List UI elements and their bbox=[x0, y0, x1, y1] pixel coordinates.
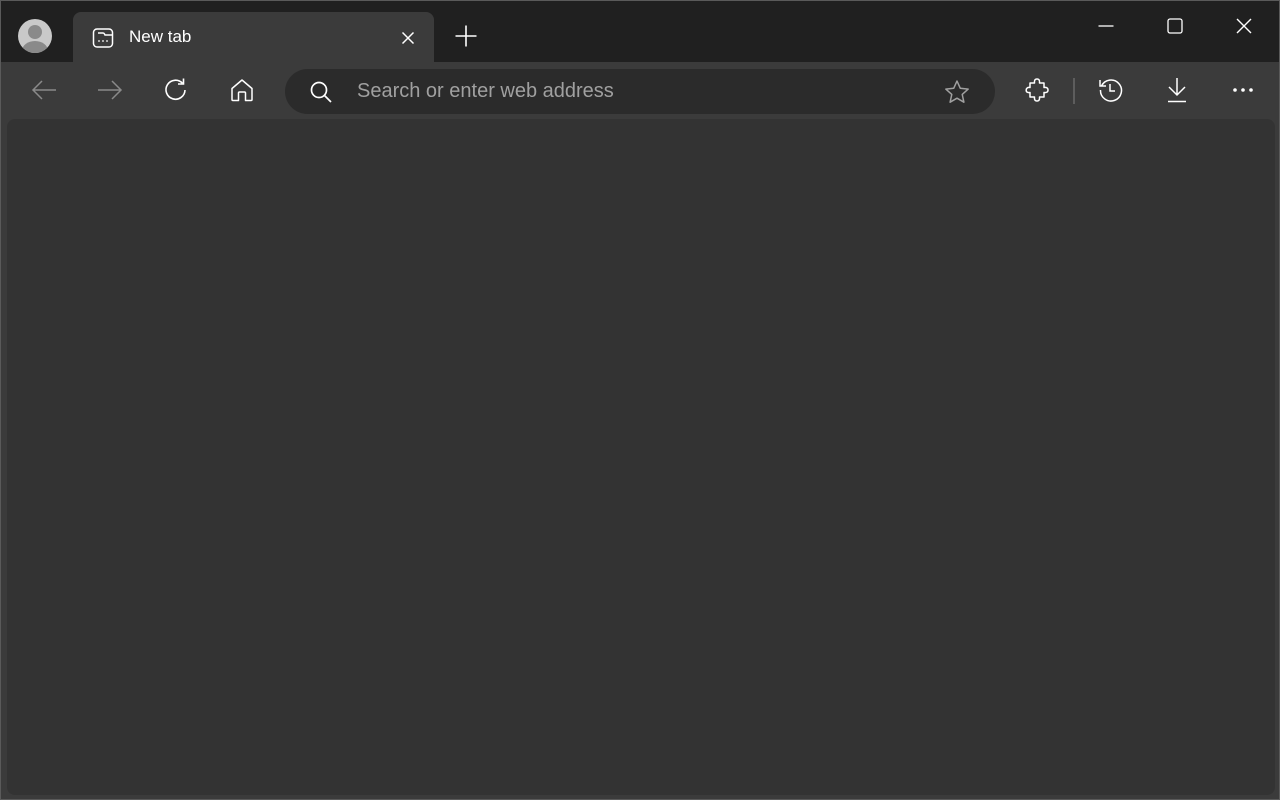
address-input[interactable] bbox=[357, 69, 917, 114]
home-button[interactable] bbox=[222, 70, 262, 110]
arrow-right-icon bbox=[98, 80, 123, 100]
maximize-icon bbox=[1167, 18, 1183, 34]
download-icon bbox=[1168, 78, 1186, 103]
settings-menu-button[interactable] bbox=[1223, 70, 1263, 110]
close-icon bbox=[401, 31, 415, 45]
toolbar-separator bbox=[1073, 78, 1075, 104]
puzzle-piece-icon bbox=[1025, 78, 1049, 102]
new-tab-button[interactable] bbox=[449, 19, 483, 53]
minimize-button[interactable] bbox=[1072, 1, 1140, 51]
plus-icon bbox=[455, 25, 477, 47]
arrow-left-icon bbox=[31, 80, 56, 100]
title-bar: New tab bbox=[1, 1, 1279, 64]
tab-close-button[interactable] bbox=[395, 25, 421, 51]
new-tab-page-icon bbox=[91, 26, 115, 50]
close-window-button[interactable] bbox=[1210, 1, 1278, 51]
star-icon bbox=[945, 80, 969, 103]
profile-button[interactable] bbox=[18, 19, 52, 53]
browser-window: New tab bbox=[1, 1, 1279, 799]
navigation-toolbar bbox=[1, 62, 1279, 118]
profile-avatar-body bbox=[22, 41, 48, 53]
refresh-icon bbox=[165, 78, 186, 101]
minimize-icon bbox=[1098, 25, 1114, 27]
tab-new-tab[interactable]: New tab bbox=[73, 12, 434, 64]
refresh-button[interactable] bbox=[156, 70, 196, 110]
add-favorite-button[interactable] bbox=[943, 79, 971, 105]
more-horizontal-icon bbox=[1233, 88, 1253, 92]
search-icon bbox=[309, 80, 333, 104]
back-button[interactable] bbox=[24, 70, 64, 110]
history-icon bbox=[1099, 79, 1123, 102]
forward-button[interactable] bbox=[90, 70, 130, 110]
page-content bbox=[7, 119, 1275, 795]
profile-avatar-icon bbox=[28, 25, 42, 39]
downloads-button[interactable] bbox=[1157, 70, 1197, 110]
maximize-button[interactable] bbox=[1141, 1, 1209, 51]
tab-title: New tab bbox=[129, 27, 192, 46]
extensions-button[interactable] bbox=[1018, 70, 1058, 110]
address-bar[interactable] bbox=[285, 69, 995, 114]
history-button[interactable] bbox=[1091, 70, 1131, 110]
home-icon bbox=[231, 79, 253, 102]
close-icon bbox=[1236, 18, 1252, 34]
